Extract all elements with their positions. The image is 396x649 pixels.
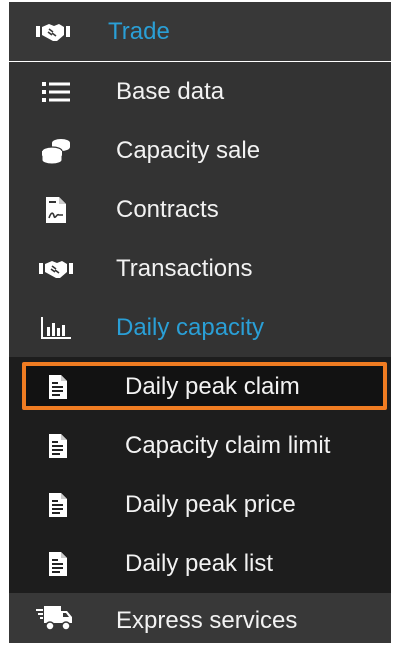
navigation-menu: Trade Base data Capacity sale Contracts … [9, 2, 391, 643]
contract-icon [36, 180, 76, 239]
truck-icon [34, 593, 74, 643]
menu-item-label: Base data [116, 78, 225, 105]
menu-item-label: Capacity claim limit [125, 432, 331, 459]
menu-item-capacity-sale[interactable]: Capacity sale [9, 121, 391, 180]
menu-daily-capacity-label: Daily capacity [116, 314, 265, 341]
menu-item-label: Daily peak claim [125, 373, 300, 400]
menu-item-label: Transactions [116, 255, 253, 282]
menu-item-daily-peak-list[interactable]: Daily peak list [9, 534, 391, 593]
menu-item-label: Contracts [116, 196, 219, 223]
menu-item-base-data[interactable]: Base data [9, 62, 391, 121]
menu-item-label: Daily peak list [125, 550, 274, 577]
bar-chart-icon [36, 298, 76, 357]
handshake-icon [33, 2, 73, 61]
menu-trade[interactable]: Trade [9, 2, 391, 61]
document-icon [38, 534, 78, 593]
document-icon [38, 475, 78, 534]
menu-item-contracts[interactable]: Contracts [9, 180, 391, 239]
menu-item-label: Daily peak price [125, 491, 296, 518]
menu-daily-capacity[interactable]: Daily capacity [9, 298, 391, 357]
coins-icon [36, 121, 76, 180]
menu-item-label: Capacity sale [116, 137, 261, 164]
menu-item-daily-peak-price[interactable]: Daily peak price [9, 475, 391, 534]
menu-item-capacity-claim-limit[interactable]: Capacity claim limit [9, 416, 391, 475]
handshake-icon [36, 239, 76, 298]
menu-express-services[interactable]: Express services [9, 593, 391, 643]
menu-item-daily-peak-claim[interactable]: Daily peak claim [9, 357, 391, 416]
menu-item-transactions[interactable]: Transactions [9, 239, 391, 298]
menu-trade-label: Trade [108, 18, 170, 45]
document-icon [38, 357, 78, 416]
list-icon [36, 62, 76, 121]
document-icon [38, 416, 78, 475]
menu-express-services-label: Express services [116, 607, 298, 634]
